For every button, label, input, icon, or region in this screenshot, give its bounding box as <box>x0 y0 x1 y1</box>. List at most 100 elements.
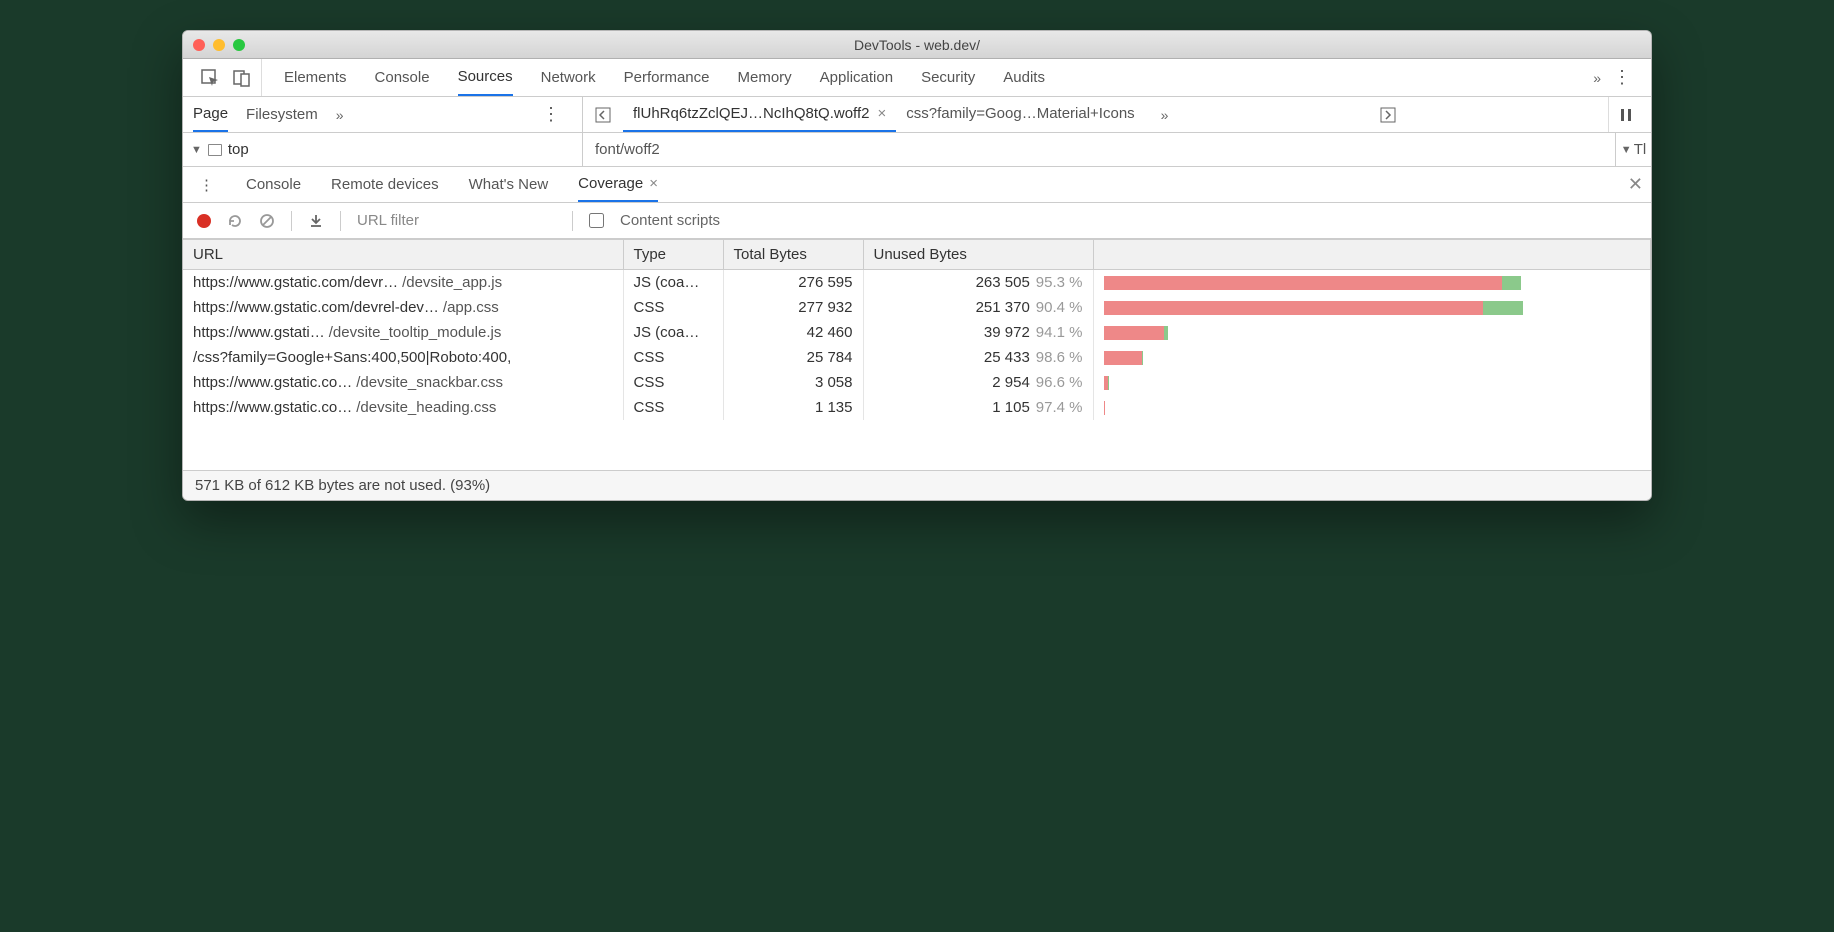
record-button[interactable] <box>197 214 211 228</box>
coverage-table: URL Type Total Bytes Unused Bytes https:… <box>183 239 1651 420</box>
export-icon[interactable] <box>308 213 324 229</box>
table-row[interactable]: https://www.gstatic.co…/devsite_heading.… <box>183 395 1651 420</box>
status-bar: 571 KB of 612 KB bytes are not used. (93… <box>183 470 1651 500</box>
toggle-device-icon[interactable] <box>233 69 251 87</box>
drawer-tabs: ⋮ Console Remote devices What's New Coverag… <box>183 167 1651 203</box>
cell-total: 3 058 <box>723 370 863 395</box>
cell-usage-bar <box>1093 370 1651 395</box>
cell-usage-bar <box>1093 295 1651 320</box>
clear-icon[interactable] <box>259 213 275 229</box>
col-unused[interactable]: Unused Bytes <box>863 240 1093 270</box>
main-tab-application[interactable]: Application <box>820 59 893 96</box>
overflow-tabs-icon[interactable]: » <box>1593 70 1601 86</box>
col-visual <box>1093 240 1651 270</box>
main-tab-audits[interactable]: Audits <box>1003 59 1045 96</box>
main-tab-sources[interactable]: Sources <box>458 59 513 96</box>
main-panel-tabs: Elements Console Sources Network Performance… <box>183 59 1651 97</box>
sources-subtab-filesystem[interactable]: Filesystem <box>246 97 318 132</box>
cell-total: 276 595 <box>723 270 863 296</box>
drawer-tab-remote-devices[interactable]: Remote devices <box>331 167 439 202</box>
tree-collapse-icon[interactable]: ▼ <box>191 144 202 156</box>
file-tab[interactable]: css?family=Goog…Material+Icons <box>896 97 1144 132</box>
mime-type: font/woff2 <box>583 133 1615 166</box>
main-tab-security[interactable]: Security <box>921 59 975 96</box>
main-tab-memory[interactable]: Memory <box>738 59 792 96</box>
minimize-window-button[interactable] <box>213 39 225 51</box>
cell-url: /css?family=Google+Sans:400,500|Roboto:4… <box>183 345 623 370</box>
nav-next-icon[interactable] <box>1376 107 1400 123</box>
reload-icon[interactable] <box>227 213 243 229</box>
cell-url: https://www.gstatic.co…/devsite_heading.… <box>183 395 623 420</box>
pause-script-icon[interactable] <box>1608 97 1643 132</box>
main-tab-network[interactable]: Network <box>541 59 596 96</box>
drawer-tab-what-s-new[interactable]: What's New <box>469 167 549 202</box>
cell-unused: 263 50595.3 % <box>863 270 1093 296</box>
table-row[interactable]: https://www.gstatic.com/devr…/devsite_ap… <box>183 270 1651 296</box>
settings-menu-icon[interactable]: ⋮ <box>1601 67 1643 88</box>
drawer-menu-icon[interactable]: ⋮ <box>191 176 222 194</box>
cell-usage-bar <box>1093 270 1651 296</box>
table-header-row: URL Type Total Bytes Unused Bytes <box>183 240 1651 270</box>
titlebar: DevTools - web.dev/ <box>183 31 1651 59</box>
cell-type: CSS <box>623 295 723 320</box>
frame-icon <box>208 144 222 156</box>
main-tab-elements[interactable]: Elements <box>284 59 347 96</box>
cell-usage-bar <box>1093 345 1651 370</box>
table-row[interactable]: https://www.gstatic.co…/devsite_snackbar… <box>183 370 1651 395</box>
col-type[interactable]: Type <box>623 240 723 270</box>
cell-type: CSS <box>623 345 723 370</box>
col-total[interactable]: Total Bytes <box>723 240 863 270</box>
tree-top-label[interactable]: top <box>228 141 249 158</box>
cell-type: CSS <box>623 395 723 420</box>
sources-subtab-overflow-icon[interactable]: » <box>336 107 344 123</box>
file-tab[interactable]: flUhRq6tzZclQEJ…NcIhQ8tQ.woff2 × <box>623 97 896 132</box>
file-tabs-overflow-icon[interactable]: » <box>1161 107 1169 123</box>
cell-unused: 25 43398.6 % <box>863 345 1093 370</box>
devtools-window: DevTools - web.dev/ Elements Console Sourc… <box>182 30 1652 501</box>
cell-url: https://www.gstatic.co…/devsite_snackbar… <box>183 370 623 395</box>
coverage-toolbar: Content scripts <box>183 203 1651 239</box>
main-tab-console[interactable]: Console <box>375 59 430 96</box>
cell-total: 277 932 <box>723 295 863 320</box>
inspect-element-icon[interactable] <box>201 69 219 87</box>
content-scripts-checkbox[interactable] <box>589 213 604 228</box>
cell-url: https://www.gstatic.com/devrel-dev…/app.… <box>183 295 623 320</box>
cell-usage-bar <box>1093 395 1651 420</box>
cell-unused: 251 37090.4 % <box>863 295 1093 320</box>
cell-unused: 2 95496.6 % <box>863 370 1093 395</box>
cell-usage-bar <box>1093 320 1651 345</box>
zoom-window-button[interactable] <box>233 39 245 51</box>
side-panel-toggle[interactable]: ▼Tl <box>1615 133 1651 166</box>
drawer-tab-coverage[interactable]: Coverage× <box>578 167 658 202</box>
close-window-button[interactable] <box>193 39 205 51</box>
sources-subtab-page[interactable]: Page <box>193 97 228 132</box>
main-tab-performance[interactable]: Performance <box>624 59 710 96</box>
url-filter-input[interactable] <box>357 212 556 229</box>
file-tab-label: css?family=Goog…Material+Icons <box>906 105 1134 122</box>
table-row[interactable]: /css?family=Google+Sans:400,500|Roboto:4… <box>183 345 1651 370</box>
sources-tab-row: Page Filesystem » ⋮ flUhRq6tzZclQEJ…NcIh… <box>183 97 1651 133</box>
close-file-icon[interactable]: × <box>877 105 886 122</box>
table-row[interactable]: https://www.gstati…/devsite_tooltip_modu… <box>183 320 1651 345</box>
file-tab-label: flUhRq6tzZclQEJ…NcIhQ8tQ.woff2 <box>633 105 869 122</box>
close-drawer-tab-icon[interactable]: × <box>649 175 658 192</box>
cell-total: 1 135 <box>723 395 863 420</box>
cell-total: 42 460 <box>723 320 863 345</box>
drawer-tab-console[interactable]: Console <box>246 167 301 202</box>
cell-url: https://www.gstatic.com/devr…/devsite_ap… <box>183 270 623 296</box>
nav-prev-icon[interactable] <box>591 107 615 123</box>
window-title: DevTools - web.dev/ <box>183 37 1651 53</box>
cell-unused: 1 10597.4 % <box>863 395 1093 420</box>
cell-type: JS (coa… <box>623 270 723 296</box>
col-url[interactable]: URL <box>183 240 623 270</box>
close-drawer-icon[interactable]: ✕ <box>1628 174 1643 195</box>
cell-total: 25 784 <box>723 345 863 370</box>
cell-type: CSS <box>623 370 723 395</box>
traffic-lights <box>183 39 245 51</box>
table-row[interactable]: https://www.gstatic.com/devrel-dev…/app.… <box>183 295 1651 320</box>
cell-type: JS (coa… <box>623 320 723 345</box>
cell-url: https://www.gstati…/devsite_tooltip_modu… <box>183 320 623 345</box>
content-scripts-label: Content scripts <box>620 212 720 229</box>
sources-more-icon[interactable]: ⋮ <box>530 104 572 125</box>
sources-content-row: ▼ top font/woff2 ▼Tl <box>183 133 1651 167</box>
